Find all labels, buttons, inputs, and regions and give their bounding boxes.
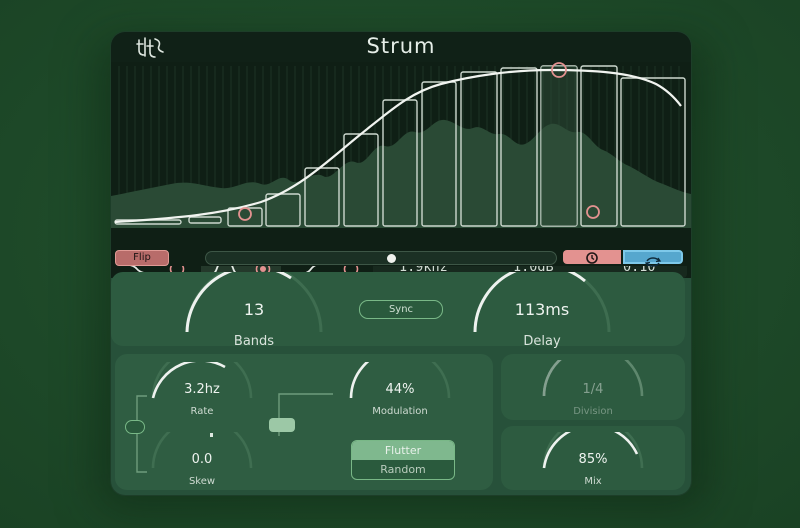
spectrum-fill — [111, 119, 691, 228]
mix-label: Mix — [584, 476, 602, 487]
control-strip: Flip — [111, 250, 691, 267]
skew-label: Skew — [188, 476, 216, 487]
depth-handle[interactable] — [269, 418, 295, 432]
main-controls-panel: 13 Bands Sync 113ms Delay — [111, 272, 685, 349]
bands-label: Bands — [233, 334, 275, 349]
mix-panel: 85% Mix — [501, 426, 685, 490]
loop-button[interactable] — [623, 250, 683, 267]
skew-value: 0.0 — [191, 452, 213, 467]
division-value: 1/4 — [582, 382, 604, 397]
plugin-window: Strum 1.9khz 1.0dB 0.10 Flip 13 Bands Sy… — [111, 32, 691, 495]
division-label: Division — [573, 406, 613, 417]
link-toggle[interactable] — [125, 420, 145, 434]
loop-arrows-icon — [644, 257, 662, 267]
modulation-panel: 3.2hz Rate 0.0 Skew 44% Modulation Flutt… — [115, 354, 493, 490]
mode-toggle[interactable]: Flutter Random — [351, 440, 455, 480]
modulation-label: Modulation — [372, 406, 428, 417]
flip-button[interactable]: Flip — [115, 250, 169, 266]
band-graph[interactable] — [111, 62, 691, 228]
bands-value: 13 — [243, 300, 265, 319]
mode-option-random[interactable]: Random — [352, 460, 454, 479]
clock-icon — [586, 252, 598, 264]
sync-button[interactable]: Sync — [359, 300, 443, 319]
delay-value: 113ms — [514, 300, 570, 319]
rate-value: 3.2hz — [184, 382, 220, 397]
rate-label: Rate — [190, 406, 214, 417]
position-slider-thumb[interactable] — [387, 254, 396, 263]
delay-label: Delay — [523, 334, 561, 349]
mix-value: 85% — [578, 452, 608, 467]
position-slider[interactable] — [205, 251, 557, 265]
band-display[interactable]: 1.9khz 1.0dB 0.10 — [111, 62, 691, 278]
clock-button[interactable] — [563, 250, 621, 264]
modulation-value: 44% — [385, 382, 415, 397]
plugin-title: Strum — [366, 34, 436, 58]
mode-option-flutter[interactable]: Flutter — [352, 441, 454, 460]
header: Strum — [111, 32, 691, 62]
selected-band-highlight — [541, 66, 577, 226]
division-panel: 1/4 Division — [501, 354, 685, 420]
